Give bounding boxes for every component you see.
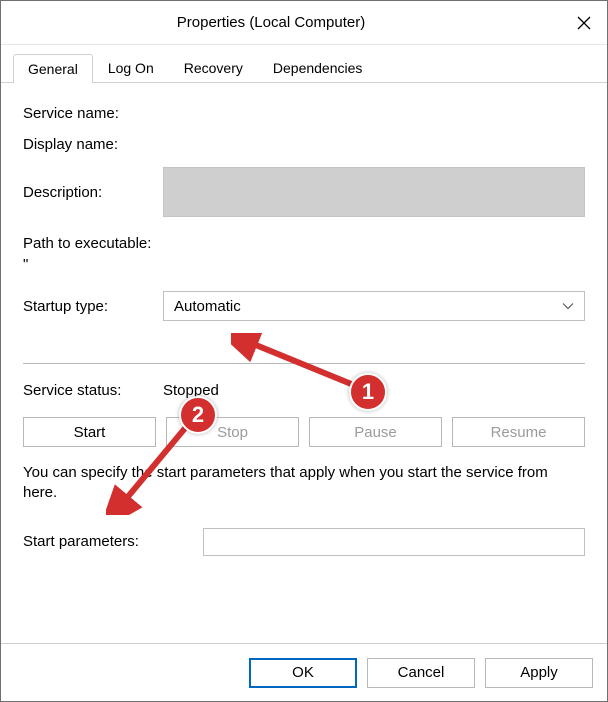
close-icon	[577, 16, 591, 30]
service-status-value: Stopped	[163, 382, 219, 399]
resume-button: Resume	[452, 417, 585, 447]
service-status-label: Service status:	[23, 382, 163, 399]
apply-button[interactable]: Apply	[485, 658, 593, 688]
start-button[interactable]: Start	[23, 417, 156, 447]
path-value: "	[23, 256, 585, 273]
tab-dependencies[interactable]: Dependencies	[258, 53, 378, 82]
ok-button[interactable]: OK	[249, 658, 357, 688]
stop-button: Stop	[166, 417, 299, 447]
tabstrip: General Log On Recovery Dependencies	[1, 45, 607, 83]
dialog-body: Service name: Display name: Description:…	[1, 83, 607, 643]
description-box[interactable]	[163, 167, 585, 217]
start-parameters-input[interactable]	[203, 528, 585, 556]
window-title: Properties (Local Computer)	[11, 14, 561, 31]
path-label: Path to executable:	[23, 235, 585, 252]
separator	[23, 363, 585, 364]
hint-text: You can specify the start parameters tha…	[23, 463, 585, 504]
startup-type-value: Automatic	[174, 298, 241, 315]
cancel-button[interactable]: Cancel	[367, 658, 475, 688]
tab-recovery[interactable]: Recovery	[169, 53, 258, 82]
pause-button: Pause	[309, 417, 442, 447]
startup-type-select[interactable]: Automatic	[163, 291, 585, 321]
startup-type-label: Startup type:	[23, 298, 163, 315]
start-parameters-label: Start parameters:	[23, 533, 203, 550]
close-button[interactable]	[561, 1, 607, 45]
titlebar: Properties (Local Computer)	[1, 1, 607, 45]
properties-dialog: Properties (Local Computer) General Log …	[0, 0, 608, 702]
tab-general[interactable]: General	[13, 54, 93, 83]
tab-log-on[interactable]: Log On	[93, 53, 169, 82]
dialog-footer: OK Cancel Apply	[1, 643, 607, 701]
description-label: Description:	[23, 184, 163, 201]
chevron-down-icon	[562, 298, 574, 315]
display-name-label: Display name:	[23, 136, 163, 153]
service-name-label: Service name:	[23, 105, 163, 122]
